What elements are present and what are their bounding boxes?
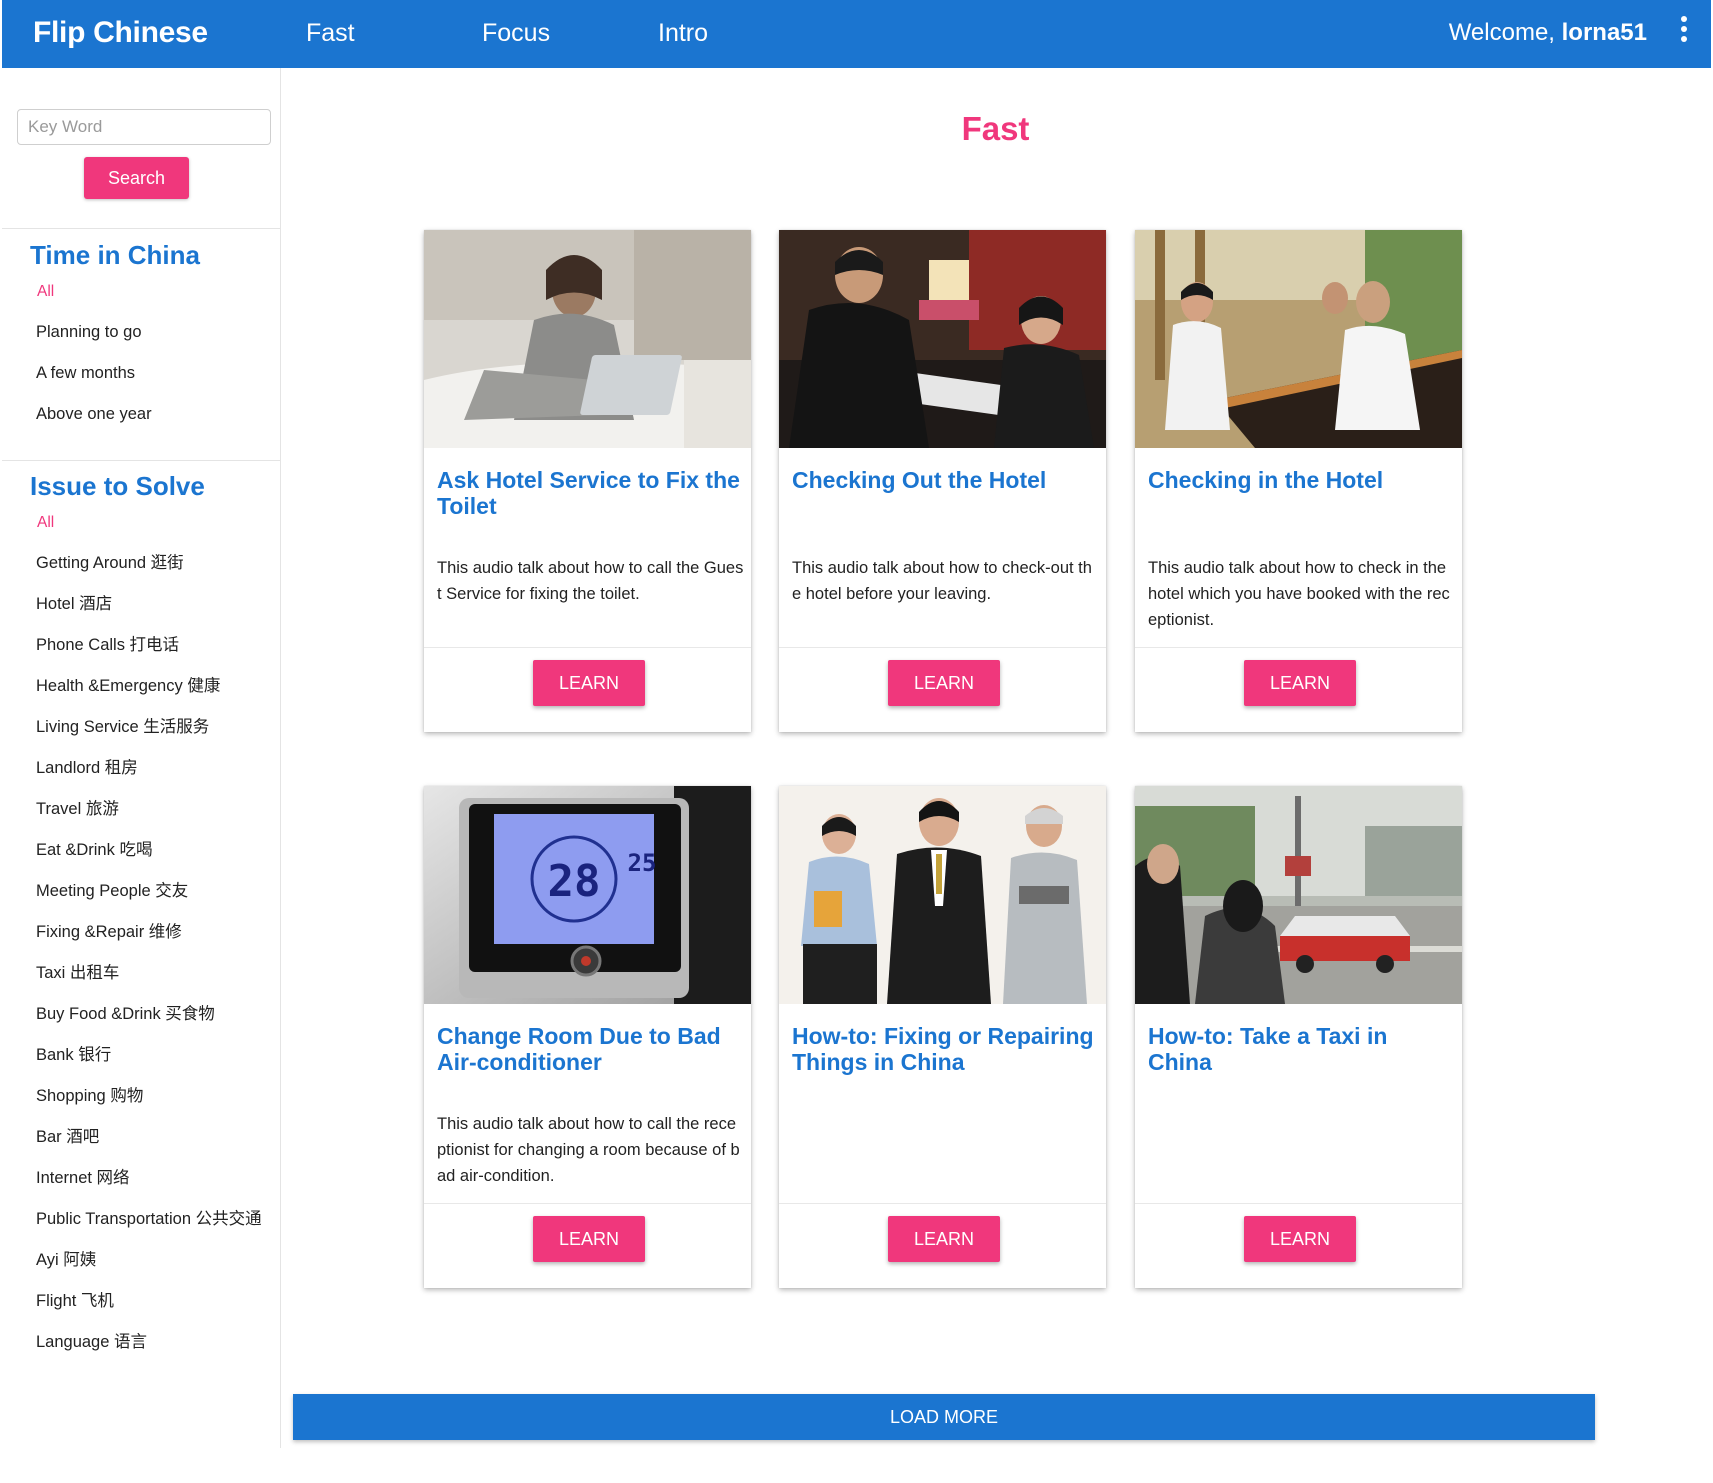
filter-issue-item[interactable]: Hotel 酒店 xyxy=(2,584,280,625)
filter-issue-item[interactable]: Shopping 购物 xyxy=(2,1076,280,1117)
section-title-issue-to-solve: Issue to Solve xyxy=(30,471,205,501)
filter-issue-item[interactable]: Meeting People 交友 xyxy=(2,871,280,912)
learn-button[interactable]: LEARN xyxy=(888,660,1000,706)
learn-button[interactable]: LEARN xyxy=(533,660,645,706)
learn-button[interactable]: LEARN xyxy=(1244,660,1356,706)
filter-time-all[interactable]: All xyxy=(2,271,280,312)
filter-issue-item[interactable]: Getting Around 逛街 xyxy=(2,543,280,584)
filter-issue-item[interactable]: Language 语言 xyxy=(2,1322,280,1363)
top-app-bar: Flip Chinese Fast Focus Intro Welcome, l… xyxy=(2,0,1711,68)
hotel-checkout-desk-photo xyxy=(779,230,1106,448)
lesson-title[interactable]: Checking in the Hotel xyxy=(1148,467,1453,493)
thermostat-reading: 28 xyxy=(548,856,601,907)
lesson-image[interactable] xyxy=(1135,230,1462,448)
nav-fast[interactable]: Fast xyxy=(306,19,355,48)
lesson-card: How-to: Fixing or Repairing Things in Ch… xyxy=(779,786,1106,1288)
sidebar-divider xyxy=(2,460,280,461)
taxi-street-photo xyxy=(1135,786,1462,1004)
brand-logo[interactable]: Flip Chinese xyxy=(33,16,208,50)
filter-issue-item[interactable]: Public Transportation 公共交通 xyxy=(2,1199,280,1240)
filter-issue-item[interactable]: Travel 旅游 xyxy=(2,789,280,830)
filter-issue-item[interactable]: Living Service 生活服务 xyxy=(2,707,280,748)
lesson-image[interactable] xyxy=(779,230,1106,448)
keyword-search-input[interactable] xyxy=(17,109,271,145)
card-divider xyxy=(1135,647,1462,648)
lesson-description: This audio talk about how to check in th… xyxy=(1148,559,1450,629)
lesson-card: How-to: Take a Taxi in China LEARN xyxy=(1135,786,1462,1288)
card-divider xyxy=(779,1203,1106,1204)
filter-issue-all[interactable]: All xyxy=(2,502,280,543)
card-divider xyxy=(1135,1203,1462,1204)
lesson-description: This audio talk about how to call the re… xyxy=(437,1115,740,1185)
thermostat-setpoint: 25 xyxy=(628,849,657,877)
card-divider xyxy=(424,647,751,648)
welcome-prefix: Welcome, xyxy=(1448,19,1562,46)
load-more-button[interactable]: LOAD MORE xyxy=(293,1394,1595,1440)
filter-issue-item[interactable]: Internet 网络 xyxy=(2,1158,280,1199)
lesson-card: Ask Hotel Service to Fix the Toilet This… xyxy=(424,230,751,732)
filter-issue-item[interactable]: Ayi 阿姨 xyxy=(2,1240,280,1281)
lesson-image[interactable] xyxy=(424,230,751,448)
nav-focus[interactable]: Focus xyxy=(482,19,550,48)
lesson-title[interactable]: Checking Out the Hotel xyxy=(792,467,1097,493)
lesson-title[interactable]: Change Room Due to Bad Air-conditioner xyxy=(437,1023,742,1075)
service-staff-group-photo xyxy=(779,786,1106,1004)
lesson-title[interactable]: How-to: Take a Taxi in China xyxy=(1148,1023,1453,1075)
learn-button[interactable]: LEARN xyxy=(888,1216,1000,1262)
filter-issue-item[interactable]: Bar 酒吧 xyxy=(2,1117,280,1158)
page-title: Fast xyxy=(961,110,1030,147)
filter-time-item[interactable]: Above one year xyxy=(2,394,280,435)
filter-time-item[interactable]: Planning to go xyxy=(2,312,280,353)
lesson-image[interactable]: 28 25 xyxy=(424,786,751,1004)
lesson-title[interactable]: How-to: Fixing or Repairing Things in Ch… xyxy=(792,1023,1097,1075)
filter-issue-item[interactable]: Buy Food &Drink 买食物 xyxy=(2,994,280,1035)
lesson-title[interactable]: Ask Hotel Service to Fix the Toilet xyxy=(437,467,742,519)
search-button[interactable]: Search xyxy=(84,157,189,199)
lesson-image[interactable] xyxy=(1135,786,1462,1004)
woman-on-phone-in-hotel-bed-photo xyxy=(424,230,751,448)
filter-issue-item[interactable]: Taxi 出租车 xyxy=(2,953,280,994)
lesson-card: Checking Out the Hotel This audio talk a… xyxy=(779,230,1106,732)
section-title-time-in-china: Time in China xyxy=(30,240,200,270)
filter-issue-item[interactable]: Phone Calls 打电话 xyxy=(2,625,280,666)
lesson-card: Checking in the Hotel This audio talk ab… xyxy=(1135,230,1462,732)
more-vert-icon[interactable] xyxy=(1677,16,1691,50)
hotel-reception-checkin-photo xyxy=(1135,230,1462,448)
username[interactable]: lorna51 xyxy=(1562,19,1647,46)
filter-issue-item[interactable]: Fixing &Repair 维修 xyxy=(2,912,280,953)
filter-issue-item[interactable]: Health &Emergency 健康 xyxy=(2,666,280,707)
lesson-description: This audio talk about how to check-out t… xyxy=(792,559,1092,603)
filter-issue-item[interactable]: Flight 飞机 xyxy=(2,1281,280,1322)
issue-filter-list: All Getting Around 逛街 Hotel 酒店 Phone Cal… xyxy=(2,502,280,1363)
filter-issue-item[interactable]: Bank 银行 xyxy=(2,1035,280,1076)
card-divider xyxy=(424,1203,751,1204)
welcome-message: Welcome, lorna51 xyxy=(1449,19,1647,47)
air-conditioner-thermostat-photo: 28 25 xyxy=(424,786,751,1004)
filter-time-item[interactable]: A few months xyxy=(2,353,280,394)
sidebar: Search Time in China All Planning to go … xyxy=(2,68,281,1448)
lesson-card: 28 25 Change Room Due to Bad Air-conditi… xyxy=(424,786,751,1288)
filter-issue-item[interactable]: Landlord 租房 xyxy=(2,748,280,789)
learn-button[interactable]: LEARN xyxy=(1244,1216,1356,1262)
nav-intro[interactable]: Intro xyxy=(658,19,708,48)
sidebar-divider xyxy=(2,228,280,229)
filter-issue-item[interactable]: Eat &Drink 吃喝 xyxy=(2,830,280,871)
time-filter-list: All Planning to go A few months Above on… xyxy=(2,271,280,435)
lesson-description: This audio talk about how to call the Gu… xyxy=(437,559,744,603)
card-divider xyxy=(779,647,1106,648)
learn-button[interactable]: LEARN xyxy=(533,1216,645,1262)
lesson-image[interactable] xyxy=(779,786,1106,1004)
